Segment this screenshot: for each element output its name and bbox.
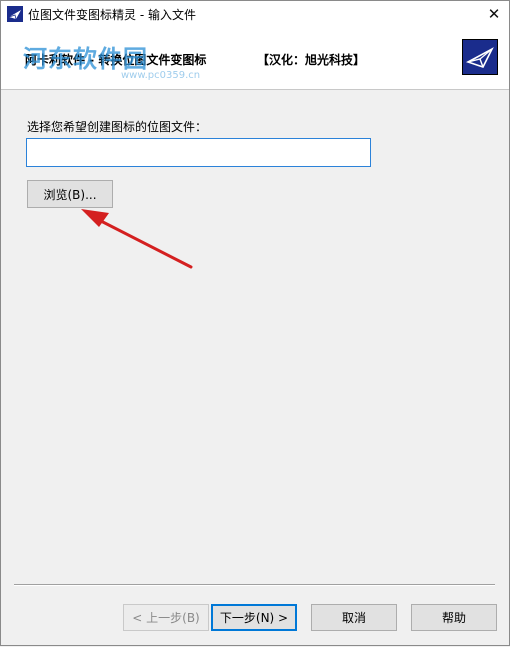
wizard-window: 位图文件变图标精灵 - 输入文件 ✕ 阿卡利软件 - 转换位图文件变图标 【汉化… <box>0 0 510 646</box>
watermark-logo: 河东软件园 <box>23 44 148 73</box>
title-bar[interactable]: 位图文件变图标精灵 - 输入文件 ✕ <box>1 1 509 27</box>
file-prompt-label: 选择您希望创建图标的位图文件： <box>27 120 208 134</box>
header-credit-text: 【汉化：旭光科技】 <box>257 53 366 67</box>
watermark-url: www.pc0359.cn <box>121 70 201 81</box>
footer-separator <box>14 584 495 586</box>
close-icon[interactable]: ✕ <box>479 1 509 27</box>
next-button[interactable]: 下一步(N) > <box>211 604 297 631</box>
paper-plane-logo-icon <box>462 39 498 75</box>
help-button[interactable]: 帮助 <box>411 604 497 631</box>
bitmap-file-input[interactable] <box>26 138 371 167</box>
annotation-arrow <box>81 209 193 269</box>
browse-button[interactable]: 浏览(B)... <box>27 180 113 208</box>
app-icon <box>7 6 23 22</box>
previous-button[interactable]: < 上一步(B) <box>123 604 209 631</box>
cancel-button[interactable]: 取消 <box>311 604 397 631</box>
wizard-header: 阿卡利软件 - 转换位图文件变图标 【汉化：旭光科技】 河东软件园 www.pc… <box>1 27 509 90</box>
window-title: 位图文件变图标精灵 - 输入文件 <box>28 8 196 22</box>
